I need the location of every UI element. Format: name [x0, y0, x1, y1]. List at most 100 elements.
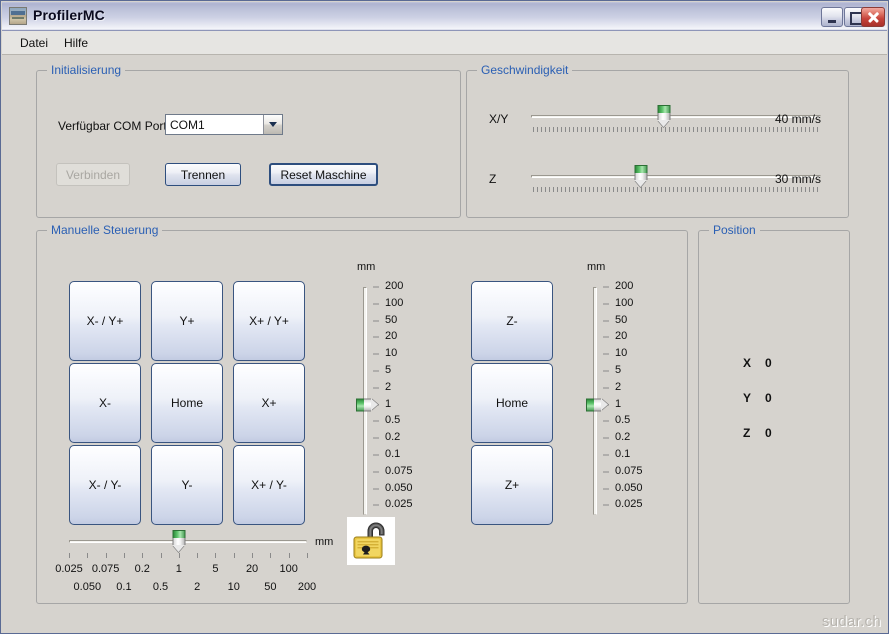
jog-button-xy[interactable]: X- / Y+ — [69, 281, 141, 361]
jog-button-xy[interactable]: X+ / Y- — [233, 445, 305, 525]
menu-item-hilfe[interactable]: Hilfe — [60, 35, 92, 51]
step-label-bottom: 0.1 — [116, 581, 132, 593]
step-tick — [105, 553, 107, 558]
jog-button-y[interactable]: Y+ — [151, 281, 223, 361]
position-x-axis-label: X — [743, 356, 752, 370]
scale-tick — [603, 454, 609, 456]
scale-label: 0.5 — [615, 414, 631, 427]
scale-tick — [603, 420, 609, 422]
step-label-top: 0.2 — [134, 563, 150, 575]
application-window: ProfilerMC Datei Hilfe Initialisierung V… — [0, 0, 889, 634]
scale-label: 5 — [615, 364, 622, 376]
xy-scale-labels: 200 100 50 20 10 5 2 1 0.5 0.2 0.1 0.075 0.050 0.025 — [373, 280, 429, 521]
step-tick — [142, 553, 144, 558]
step-tick — [307, 553, 308, 558]
slider-thumb[interactable] — [356, 398, 378, 412]
scale-tick — [603, 320, 609, 322]
step-tick — [197, 553, 199, 558]
scale-tick — [603, 504, 609, 506]
jog-button-xy[interactable]: X+ / Y+ — [233, 281, 305, 361]
scale-label: 10 — [385, 347, 398, 360]
slider-thumb[interactable] — [634, 165, 648, 187]
scale-label: 1 — [385, 397, 392, 410]
group-caption-position: Position — [709, 223, 760, 237]
window-title: ProfilerMC — [33, 7, 105, 23]
step-label-top: 1 — [175, 563, 182, 575]
scale-tick — [603, 303, 609, 305]
scale-label: 0.2 — [385, 431, 401, 444]
scale-tick — [373, 303, 379, 305]
open-padlock-icon — [353, 522, 385, 559]
step-tick — [252, 553, 254, 558]
position-y-axis-label: Y — [743, 391, 752, 405]
xy-step-scale-slider[interactable]: mm 200 100 50 20 10 5 2 1 0.5 0.2 0.1 0.075 0.050 0.0… — [356, 261, 429, 521]
step-tick — [288, 553, 290, 558]
jog-button-xy[interactable]: X- / Y- — [69, 445, 141, 525]
scale-tick — [373, 387, 379, 389]
slider-ticks — [533, 187, 819, 192]
scale-tick — [373, 488, 379, 490]
com-ports-label: Verfügbar COM Ports — [58, 119, 173, 133]
z-step-scale-slider[interactable]: mm 200 100 50 20 10 5 2 1 0.5 0.2 0.1 0.075 0.050 0.0… — [586, 261, 657, 521]
scale-label: 0.025 — [615, 498, 643, 511]
geschwindigkeit-group: Geschwindigkeit X/Y 40 mm/s Z 30 mm/s — [466, 63, 849, 218]
scale-tick — [603, 387, 609, 389]
step-tick — [123, 553, 125, 558]
slider-thumb[interactable] — [586, 398, 608, 412]
step-slider-ticks — [69, 553, 308, 559]
speed-z-value: 30 mm/s — [775, 172, 822, 186]
scale-label: 0.1 — [615, 448, 631, 460]
z-button-home-1[interactable]: Home — [471, 363, 553, 443]
client-area: Initialisierung Verfügbar COM Ports COM1… — [2, 55, 887, 633]
com-port-select[interactable]: COM1 — [165, 114, 283, 135]
chevron-down-icon[interactable] — [263, 115, 282, 134]
minimize-button[interactable] — [821, 7, 843, 27]
jog-button-x[interactable]: X- — [69, 363, 141, 443]
step-tick — [215, 553, 217, 558]
group-caption-initialisierung: Initialisierung — [47, 63, 126, 77]
minimize-icon — [822, 8, 842, 26]
position-group: Position X 0 Y 0 Z 0 — [698, 223, 850, 604]
connect-button[interactable]: Verbinden — [56, 163, 130, 186]
scale-label: 20 — [385, 330, 398, 343]
scale-label: 0.075 — [385, 464, 413, 477]
speed-xy-value: 40 mm/s — [775, 112, 822, 126]
title-bar: ProfilerMC — [2, 2, 887, 31]
jog-button-y[interactable]: Y- — [151, 445, 223, 525]
scale-tick — [373, 437, 379, 439]
step-label-top: 0.075 — [91, 563, 120, 575]
slider-thumb[interactable] — [172, 530, 186, 552]
scale-label: 100 — [615, 296, 634, 309]
disconnect-button[interactable]: Trennen — [165, 163, 241, 186]
scale-tick — [373, 336, 379, 338]
lock-button[interactable] — [347, 517, 395, 565]
app-icon — [9, 7, 27, 25]
scale-label: 10 — [615, 347, 628, 360]
step-slider-unit: mm — [315, 536, 334, 548]
slider-ticks — [533, 127, 819, 132]
step-label-top: 20 — [245, 563, 259, 575]
menu-item-datei[interactable]: Datei — [16, 35, 52, 51]
scale-label: 0.050 — [615, 481, 643, 494]
jog-button-x[interactable]: X+ — [233, 363, 305, 443]
scale-tick — [373, 370, 379, 372]
scale-tick — [603, 336, 609, 338]
step-tick — [160, 553, 162, 558]
step-tick — [69, 553, 70, 558]
reset-machine-button[interactable]: Reset Maschine — [269, 163, 378, 186]
scale-label: 0.5 — [385, 414, 401, 427]
scale-tick — [373, 353, 379, 355]
manuelle-steuerung-group: Manuelle Steuerung X- / Y+ Y+ X+ / Y+ X- Hom… — [36, 223, 688, 604]
position-z-value: 0 — [765, 426, 772, 440]
step-label-top: 0.025 — [55, 563, 83, 575]
position-y-value: 0 — [765, 391, 772, 405]
scale-tick — [603, 286, 609, 288]
scale-tick — [373, 286, 379, 288]
z-button-z-0[interactable]: Z- — [471, 281, 553, 361]
group-caption-manuelle-steuerung: Manuelle Steuerung — [47, 223, 163, 237]
slider-thumb[interactable] — [657, 105, 671, 127]
z-button-z-2[interactable]: Z+ — [471, 445, 553, 525]
close-button[interactable] — [861, 7, 885, 27]
xy-scale-unit: mm — [357, 261, 376, 273]
jog-button-home[interactable]: Home — [151, 363, 223, 443]
